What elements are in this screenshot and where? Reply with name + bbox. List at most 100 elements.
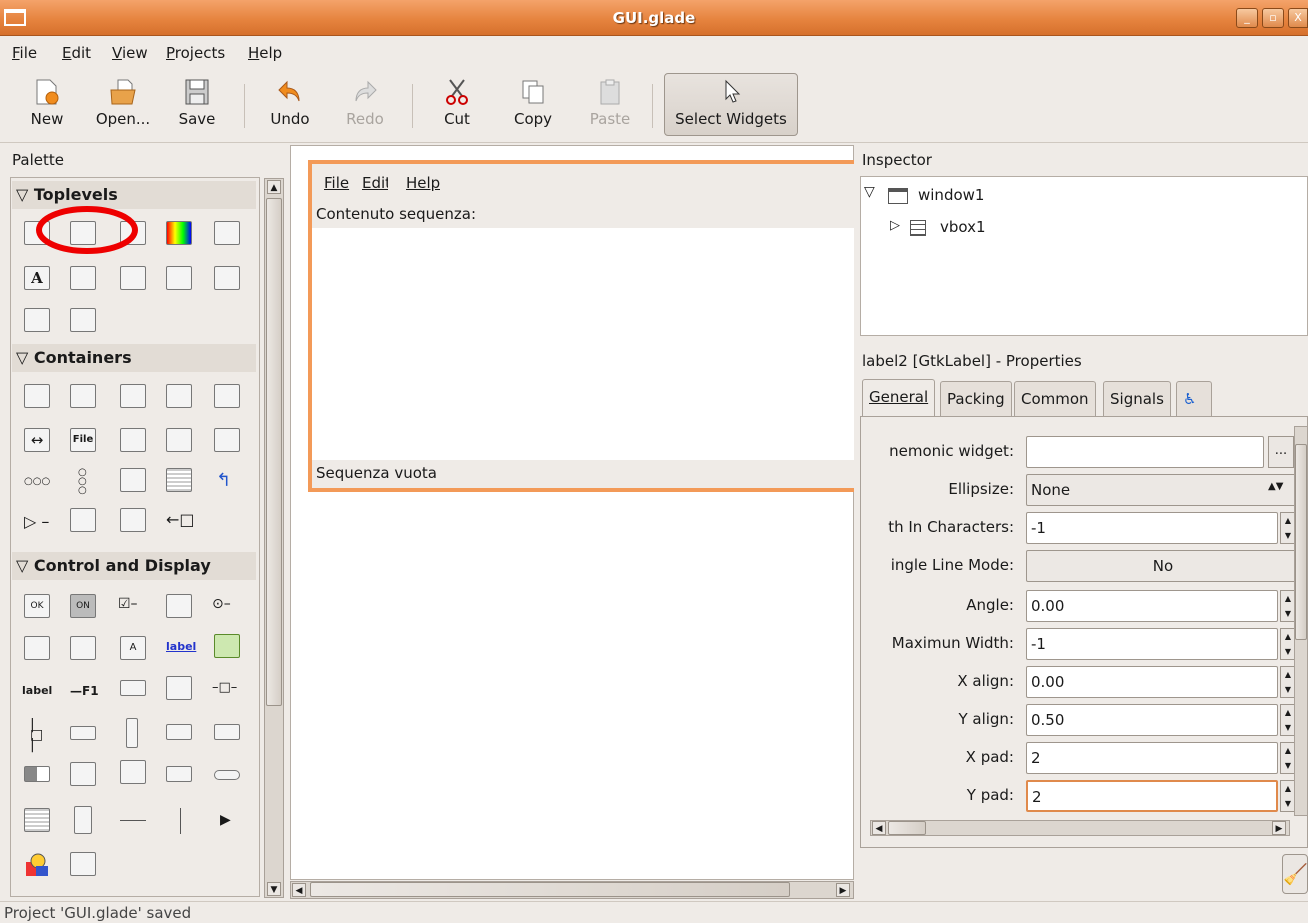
menu-edit[interactable]: Edit — [62, 44, 91, 62]
save-button[interactable]: Save — [172, 70, 222, 138]
vseparator-icon[interactable] — [180, 808, 181, 834]
mnemonic-widget-field[interactable] — [1026, 436, 1264, 468]
tab-general[interactable]: General — [862, 379, 936, 417]
hbox-icon[interactable] — [24, 384, 50, 408]
hscrollbar-icon[interactable] — [70, 726, 96, 740]
hseparator-icon[interactable] — [120, 820, 146, 821]
canvas-hscroll-thumb[interactable] — [310, 882, 790, 897]
scroll-down-arrow[interactable]: ▼ — [267, 882, 281, 896]
label-widget-icon[interactable]: label — [22, 684, 52, 697]
copy-button[interactable]: Copy — [508, 70, 558, 138]
properties-hscroll-thumb[interactable] — [888, 821, 926, 835]
scrolled-window-icon[interactable] — [120, 508, 146, 532]
font-selection-icon[interactable] — [214, 221, 240, 245]
event-box-icon[interactable]: ↰ — [216, 470, 231, 491]
max-width-input[interactable]: -1 — [1026, 628, 1278, 660]
file-chooser-icon[interactable] — [166, 266, 192, 290]
tab-packing[interactable]: Packing — [940, 381, 1012, 417]
width-chars-input[interactable]: -1 — [1026, 512, 1278, 544]
hscale-icon[interactable]: –□– — [212, 680, 237, 695]
clear-property-broom-icon[interactable]: 🧹 — [1282, 854, 1308, 894]
menu-view[interactable]: View — [112, 44, 148, 62]
combo-box-entry-icon[interactable] — [214, 724, 240, 740]
tree-node-vbox1[interactable]: vbox1 — [940, 218, 986, 236]
aspect-frame-icon[interactable] — [70, 508, 96, 532]
scroll-up-arrow[interactable]: ▲ — [267, 180, 281, 194]
combo-box-icon[interactable] — [166, 724, 192, 740]
menu-projects[interactable]: Projects — [166, 44, 225, 62]
designed-menu-edit[interactable]: Edit — [362, 174, 388, 192]
expander-widget-icon[interactable]: ▷ – — [24, 512, 49, 531]
menu-item-icon[interactable] — [214, 770, 240, 780]
close-button[interactable]: X — [1288, 8, 1308, 28]
tree-view-icon[interactable] — [70, 762, 96, 786]
content-label[interactable]: Contenuto sequenza: — [316, 205, 476, 223]
single-line-toggle[interactable]: No — [1026, 550, 1296, 582]
message-dialog-icon[interactable] — [70, 266, 96, 290]
vbuttonbox-icon[interactable]: ○ ○ ○ — [78, 468, 87, 496]
scroll-left-arrow[interactable]: ◀ — [292, 883, 306, 897]
paste-button[interactable]: Paste — [584, 70, 636, 138]
link-button-icon[interactable]: label — [166, 640, 196, 653]
designed-menu-file[interactable]: File — [324, 174, 352, 192]
vbox-icon[interactable] — [70, 384, 96, 408]
section-containers[interactable]: ▽ Containers — [12, 344, 256, 372]
accel-label-icon[interactable]: —F1 — [70, 684, 99, 698]
menu-file[interactable]: File — [12, 44, 37, 62]
palette-scroll-thumb[interactable] — [266, 198, 282, 706]
font-button-icon[interactable]: A — [120, 636, 146, 660]
minimize-button[interactable]: _ — [1236, 8, 1258, 28]
drawing-area-icon[interactable] — [24, 852, 50, 878]
vpaned-icon[interactable] — [214, 428, 240, 452]
cut-button[interactable]: Cut — [432, 70, 482, 138]
tab-signals[interactable]: Signals — [1103, 381, 1171, 417]
image-icon[interactable] — [214, 634, 240, 658]
icon-view-icon[interactable] — [120, 760, 146, 784]
new-button[interactable]: New — [22, 70, 72, 138]
text-view-icon[interactable] — [166, 676, 192, 700]
yalign-input[interactable]: 0.50 — [1026, 704, 1278, 736]
designed-menu-help[interactable]: Help — [406, 174, 440, 192]
alignment-icon[interactable]: ←□ — [166, 510, 195, 529]
frame-icon[interactable] — [214, 384, 240, 408]
hpaned-icon[interactable] — [166, 428, 192, 452]
ellipsize-select[interactable]: None — [1026, 474, 1296, 506]
properties-vscroll-thumb[interactable] — [1295, 444, 1307, 640]
mnemonic-browse-button[interactable]: ... — [1268, 436, 1294, 468]
page-setup-icon[interactable] — [70, 308, 96, 332]
menu-help[interactable]: Help — [248, 44, 282, 62]
tree-node-window1[interactable]: window1 — [918, 186, 984, 204]
tree-collapsed-icon[interactable]: ▷ — [890, 218, 900, 233]
arrow-icon[interactable]: ▶ — [220, 812, 231, 828]
angle-input[interactable]: 0.00 — [1026, 590, 1278, 622]
input-dialog-icon[interactable]: A — [24, 266, 50, 290]
hbuttonbox-icon[interactable]: ○○○ — [24, 476, 50, 487]
list-widget-icon[interactable] — [70, 852, 96, 876]
xalign-input[interactable]: 0.00 — [1026, 666, 1278, 698]
color-selection-icon[interactable] — [166, 221, 192, 245]
section-control-display[interactable]: ▽ Control and Display — [12, 552, 256, 580]
tab-accessibility[interactable]: ♿ — [1176, 381, 1212, 417]
redo-button[interactable]: Redo — [340, 70, 390, 138]
vscale-icon[interactable]: | □ | — [30, 718, 43, 752]
layout-icon[interactable] — [120, 468, 146, 492]
print-dialog-icon[interactable] — [24, 308, 50, 332]
assistant-icon[interactable] — [214, 266, 240, 290]
maximize-button[interactable]: ▫ — [1262, 8, 1284, 28]
undo-button[interactable]: Undo — [262, 70, 318, 138]
check-button-icon[interactable]: ☑– — [118, 596, 138, 612]
vscrollbar-icon[interactable] — [126, 718, 138, 748]
scroll-right-arrow[interactable]: ▶ — [1272, 821, 1286, 835]
viewport-icon[interactable] — [166, 468, 192, 492]
scroll-left-arrow[interactable]: ◀ — [872, 821, 886, 835]
table-icon[interactable] — [120, 384, 146, 408]
radio-button-icon[interactable]: ⊙– — [212, 596, 231, 612]
ypad-input[interactable]: 2 — [1026, 780, 1278, 812]
menu-widget-icon[interactable] — [74, 806, 92, 834]
toolbar-icon[interactable] — [120, 428, 146, 452]
calendar-icon[interactable] — [24, 808, 50, 832]
file-chooser-button-icon[interactable] — [24, 636, 50, 660]
select-widgets-content[interactable]: Select Widgets — [664, 70, 798, 138]
button-widget-icon[interactable]: OK — [24, 594, 50, 618]
status-label[interactable]: Sequenza vuota — [316, 464, 437, 482]
